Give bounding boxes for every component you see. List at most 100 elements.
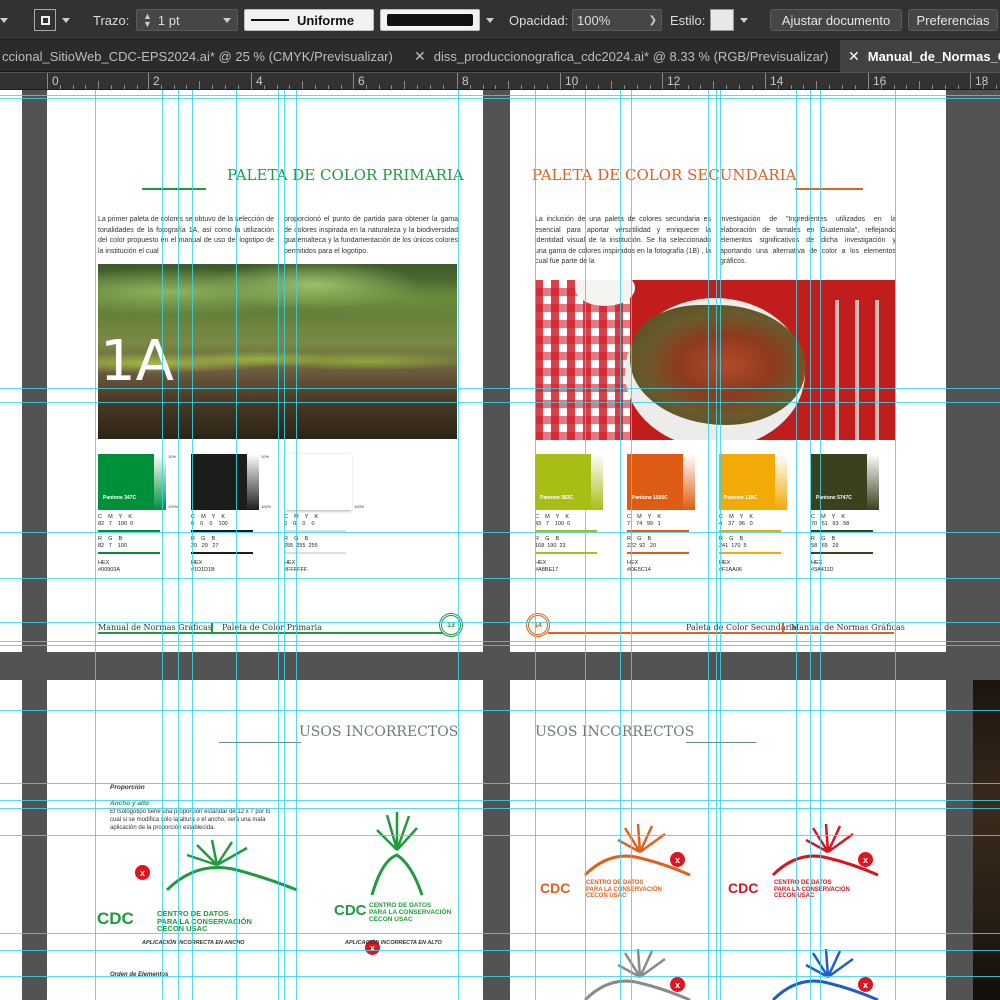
cmyk-header: C M Y K bbox=[719, 514, 754, 520]
artboard-canvas[interactable]: PALETA DE COLOR PRIMARIA La primer palet… bbox=[0, 90, 1000, 1000]
tint-percent-label: 100% bbox=[354, 504, 365, 509]
adjust-document-button[interactable]: Ajustar documento bbox=[770, 9, 902, 31]
tapir-palm-logo-tall-icon bbox=[370, 812, 424, 896]
stroke-weight-stepper-icon[interactable]: ▲ ▼ bbox=[143, 12, 152, 29]
preferences-button[interactable]: Preferencias bbox=[908, 9, 998, 31]
artboard-page-15[interactable]: USOS INCORRECTOS Proporción Ancho y alto… bbox=[47, 680, 483, 1000]
vertical-guide[interactable] bbox=[162, 90, 163, 1000]
vertical-guide[interactable] bbox=[585, 90, 586, 1000]
ruler-label: 10 bbox=[565, 74, 579, 88]
style-chevron-icon bbox=[740, 17, 748, 23]
horizontal-guide[interactable] bbox=[0, 532, 1000, 533]
hex-header: HEX bbox=[98, 560, 110, 566]
ruler-major-tick bbox=[251, 73, 252, 89]
vertical-guide[interactable] bbox=[284, 90, 285, 1000]
vertical-guide[interactable] bbox=[620, 90, 621, 1000]
brush-dropdown[interactable] bbox=[380, 9, 498, 31]
vertical-guide[interactable] bbox=[178, 90, 179, 1000]
horizontal-guide[interactable] bbox=[0, 933, 1000, 934]
close-icon[interactable]: ✕ bbox=[848, 48, 860, 65]
close-icon[interactable]: ✕ bbox=[414, 48, 426, 65]
vertical-guide[interactable] bbox=[716, 90, 717, 1000]
stroke-profile-dropdown[interactable]: Uniforme bbox=[244, 9, 374, 31]
incorrect-x-icon: x bbox=[670, 852, 685, 867]
cmyk-values: 0 0 0 100 bbox=[191, 521, 228, 527]
logo-text-block: CENTRO DE DATOS PARA LA CONSERVACIÓN CEC… bbox=[774, 880, 850, 900]
horizontal-ruler[interactable]: 0 2 4 6 8 10 12 14 16 18 bbox=[0, 73, 1000, 90]
pantone-label: Pantone 1595C bbox=[632, 495, 668, 501]
vertical-guide[interactable] bbox=[720, 90, 721, 1000]
ruler-minor-tick bbox=[700, 85, 702, 89]
photo-1b bbox=[535, 280, 895, 440]
horizontal-guide[interactable] bbox=[0, 800, 1000, 801]
vertical-guide[interactable] bbox=[278, 90, 279, 1000]
cmyk-values: 7 74 99 1 bbox=[627, 521, 661, 527]
artboard-page-14[interactable]: PALETA DE COLOR SECUNDARIA La inclusión … bbox=[510, 90, 946, 652]
vertical-guide[interactable] bbox=[236, 90, 237, 1000]
ruler-minor-tick bbox=[136, 85, 138, 89]
tab-document-3[interactable]: ✕ Manual_de_Normas_G bbox=[840, 40, 1000, 72]
horizontal-guide[interactable] bbox=[0, 783, 1000, 784]
ruler-major-tick bbox=[457, 73, 458, 89]
horizontal-guide[interactable] bbox=[0, 402, 1000, 403]
vertical-guide[interactable] bbox=[192, 90, 193, 1000]
vertical-guide[interactable] bbox=[796, 90, 797, 1000]
horizontal-guide[interactable] bbox=[0, 388, 1000, 389]
vertical-guide[interactable] bbox=[895, 90, 896, 1000]
tint-percent-label: 10% bbox=[261, 454, 270, 459]
horizontal-guide[interactable] bbox=[0, 578, 1000, 579]
vertical-guide[interactable] bbox=[296, 90, 297, 1000]
ruler-minor-tick bbox=[302, 81, 304, 89]
horizontal-guide[interactable] bbox=[0, 976, 1000, 977]
incorrect-x-icon: x bbox=[135, 865, 150, 880]
horizontal-guide[interactable] bbox=[0, 95, 1000, 96]
footer-rule bbox=[98, 632, 444, 634]
horizontal-guide[interactable] bbox=[0, 622, 1000, 623]
tab-document-1[interactable]: ccional_SitioWeb_CDC-EPS2024.ai* @ 25 % … bbox=[0, 40, 400, 72]
artboard-page-16[interactable]: USOS INCORRECTOS x CDC CENTRO DE DATOS P… bbox=[510, 680, 946, 1000]
artboard-page-13[interactable]: PALETA DE COLOR PRIMARIA La primer palet… bbox=[47, 90, 483, 652]
horizontal-guide[interactable] bbox=[0, 710, 1000, 711]
ruler-minor-tick bbox=[85, 85, 87, 89]
tapir-palm-logo-icon bbox=[771, 948, 879, 1000]
cmyk-header: C M Y K bbox=[191, 514, 226, 520]
footer-section-title: Paleta de Color Secundaria bbox=[686, 623, 797, 632]
rgb-header: R G B bbox=[191, 536, 216, 542]
vertical-guide[interactable] bbox=[631, 90, 632, 1000]
stroke-swatch[interactable] bbox=[34, 9, 58, 31]
vertical-guide[interactable] bbox=[95, 90, 96, 1000]
tint-gradient bbox=[683, 454, 695, 510]
incorrect-x-icon: x bbox=[858, 852, 873, 867]
ruler-major-tick bbox=[560, 73, 561, 89]
ruler-major-tick bbox=[765, 73, 766, 89]
horizontal-guide[interactable] bbox=[0, 645, 1000, 646]
horizontal-guide[interactable] bbox=[0, 950, 1000, 951]
horizontal-guide[interactable] bbox=[0, 808, 1000, 809]
vertical-guide[interactable] bbox=[535, 90, 536, 1000]
incorrect-logo-variant: x CDC CENTRO DE DATOS PARA LA CONSERVACI… bbox=[728, 945, 908, 1000]
fill-dropdown-icon[interactable] bbox=[0, 9, 16, 31]
opacity-arrow-icon[interactable]: ❯ bbox=[649, 15, 657, 26]
swatch-chip bbox=[284, 454, 352, 510]
vertical-guide[interactable] bbox=[820, 90, 821, 1000]
tab-document-2[interactable]: ✕ diss_produccionografica_cdc2024.ai* @ … bbox=[410, 40, 840, 72]
hex-value: #F1AA06 bbox=[719, 567, 742, 573]
opacity-field[interactable]: 100% ❯ bbox=[572, 9, 662, 31]
subsection-label: Ancho y alto bbox=[110, 800, 150, 807]
stroke-swatch-chevron-icon[interactable] bbox=[62, 9, 76, 31]
vertical-guide[interactable] bbox=[458, 90, 459, 1000]
rgb-values: 241 170 5 bbox=[719, 543, 747, 549]
ruler-minor-tick bbox=[906, 85, 908, 89]
vertical-guide[interactable] bbox=[708, 90, 709, 1000]
tint-percent-label: 10% bbox=[168, 454, 177, 459]
ruler-minor-tick bbox=[186, 85, 188, 89]
cmyk-values: 0 0 0 0 bbox=[284, 521, 315, 527]
horizontal-guide[interactable] bbox=[0, 641, 1000, 642]
stroke-weight-field[interactable]: ▲ ▼ 1 pt bbox=[136, 9, 238, 31]
title-rule bbox=[686, 742, 756, 743]
style-dropdown[interactable] bbox=[710, 9, 760, 31]
vertical-guide[interactable] bbox=[810, 90, 811, 1000]
horizontal-guide[interactable] bbox=[0, 835, 1000, 836]
horizontal-guide[interactable] bbox=[0, 98, 1000, 99]
ruler-minor-tick bbox=[585, 85, 587, 89]
